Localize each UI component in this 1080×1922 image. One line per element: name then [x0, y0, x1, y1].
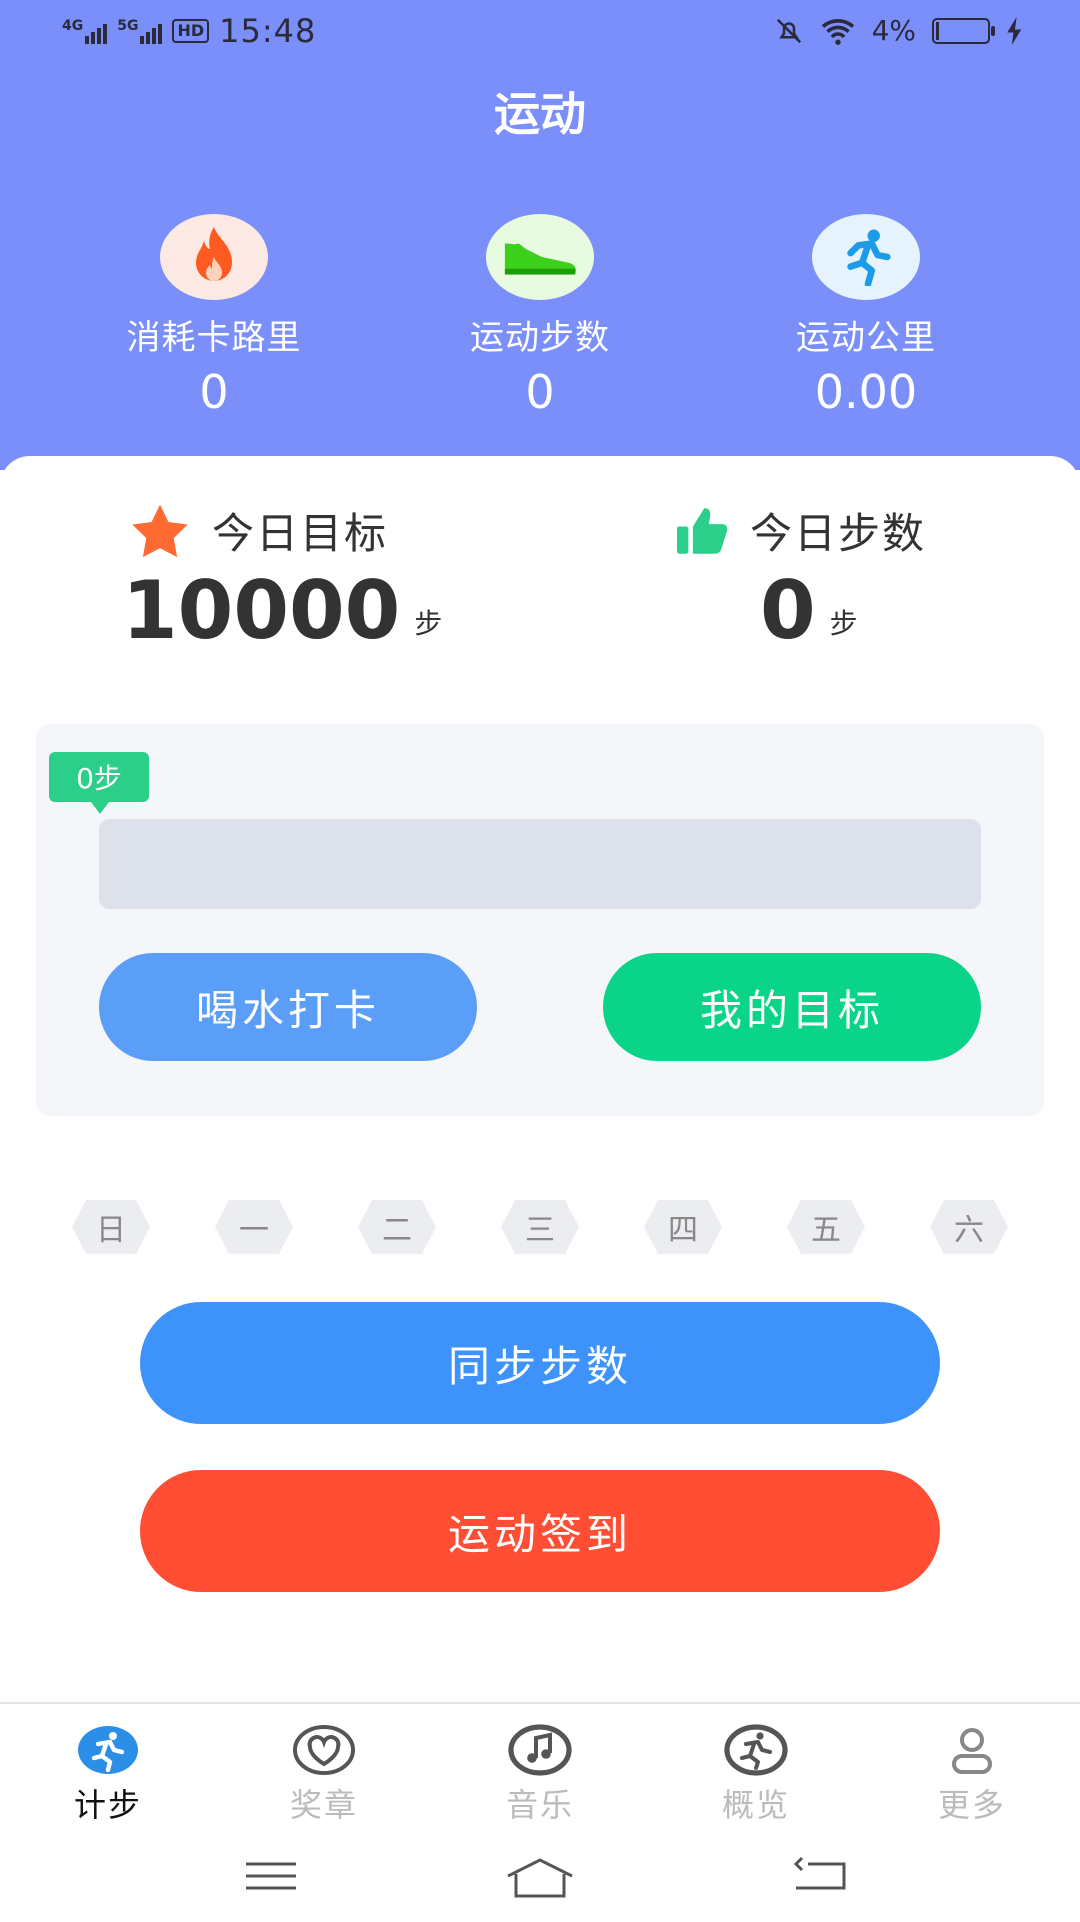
- goal-number: 10000: [122, 564, 401, 657]
- heart-icon: [291, 1724, 357, 1776]
- wifi-icon: [821, 18, 854, 45]
- runner-icon: [75, 1724, 141, 1776]
- today-number: 0: [760, 564, 816, 657]
- tab-medals[interactable]: 奖章: [244, 1724, 404, 1826]
- runner-icon: [812, 214, 920, 300]
- progress-tooltip: 0步: [49, 752, 149, 814]
- system-nav-bar: [0, 1840, 1080, 1920]
- stat-distance: 运动公里 0.00: [736, 214, 996, 419]
- weekday-row: 日 一 二 三 四 五 六: [72, 1200, 1008, 1254]
- bell-off-icon: [776, 18, 801, 43]
- today-unit: 步: [829, 607, 858, 640]
- goal-label: 今日目标: [212, 509, 389, 558]
- stat-label: 消耗卡路里: [126, 318, 302, 358]
- battery-icon: [932, 17, 995, 44]
- sport-checkin-button[interactable]: 运动签到: [140, 1470, 940, 1592]
- shoe-icon: [486, 214, 594, 300]
- tab-label: 概览: [721, 1786, 790, 1824]
- tab-label: 计步: [73, 1786, 142, 1824]
- goal-value: 10000 步: [122, 566, 442, 656]
- hd-badge: HD: [172, 19, 210, 43]
- stat-value: 0: [525, 365, 555, 419]
- signal-5g-icon: 5G: [117, 18, 163, 44]
- weekday-thu: 四: [644, 1200, 722, 1254]
- today-heading: 今日步数: [674, 500, 926, 561]
- goal-unit: 步: [414, 607, 443, 640]
- stat-label: 运动公里: [796, 318, 936, 358]
- music-icon: [507, 1724, 573, 1776]
- weekday-mon: 一: [215, 1200, 293, 1254]
- tab-label: 音乐: [505, 1786, 574, 1824]
- weekday-wed: 三: [501, 1200, 579, 1254]
- tab-label: 奖章: [289, 1786, 358, 1824]
- sync-steps-button[interactable]: 同步步数: [140, 1302, 940, 1424]
- charging-icon: [1007, 16, 1022, 45]
- goal-heading: 今日目标: [128, 500, 388, 561]
- tab-overview[interactable]: 概览: [676, 1724, 836, 1826]
- thumbs-up-icon: [677, 507, 728, 554]
- stat-value: 0: [199, 365, 229, 419]
- tab-music[interactable]: 音乐: [460, 1724, 620, 1826]
- person-icon: [939, 1724, 1005, 1776]
- star-icon: [132, 504, 188, 557]
- stat-label: 运动步数: [470, 318, 610, 358]
- overview-icon: [723, 1724, 789, 1776]
- clock: 15:48: [219, 12, 317, 50]
- battery-percent: 4%: [871, 14, 916, 47]
- tab-pedometer[interactable]: 计步: [28, 1724, 188, 1826]
- network-label: 4G: [62, 18, 84, 34]
- today-label: 今日步数: [750, 509, 927, 558]
- weekday-fri: 五: [787, 1200, 865, 1254]
- weekday-sun: 日: [72, 1200, 150, 1254]
- tab-label: 更多: [937, 1786, 1006, 1824]
- weekday-sat: 六: [930, 1200, 1008, 1254]
- water-checkin-button[interactable]: 喝水打卡: [99, 953, 477, 1061]
- menu-icon[interactable]: [244, 1856, 298, 1896]
- today-value: 0 步: [760, 566, 858, 656]
- back-icon[interactable]: [794, 1856, 848, 1896]
- status-bar: 4G 5G HD 15:48 4%: [0, 0, 1080, 66]
- signal-4g-icon: 4G: [62, 18, 108, 44]
- home-icon[interactable]: [504, 1856, 576, 1900]
- stat-value: 0.00: [814, 365, 918, 419]
- flame-icon: [160, 214, 268, 300]
- my-goal-button[interactable]: 我的目标: [603, 953, 981, 1061]
- status-right: 4%: [774, 14, 1024, 47]
- tab-more[interactable]: 更多: [892, 1724, 1052, 1826]
- stat-calories: 消耗卡路里 0: [84, 214, 344, 419]
- page-title: 运动: [494, 87, 586, 141]
- header: 4G 5G HD 15:48 4% 运动 消耗卡路里 0 运动步数 0 运动公里…: [0, 0, 1080, 470]
- network-label: 5G: [117, 18, 139, 34]
- status-left: 4G 5G HD 15:48: [62, 12, 316, 50]
- stat-steps: 运动步数 0: [410, 214, 670, 419]
- weekday-tue: 二: [358, 1200, 436, 1254]
- progress-track: [99, 819, 981, 909]
